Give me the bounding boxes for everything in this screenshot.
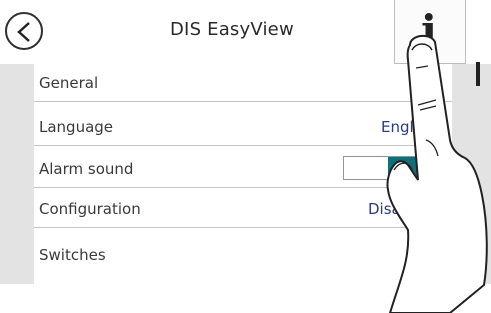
- settings-label: Alarm sound: [39, 160, 134, 178]
- settings-label: Configuration: [39, 200, 141, 218]
- settings-label: General: [39, 74, 99, 92]
- pointing-hand-icon: [386, 34, 488, 313]
- back-button[interactable]: [5, 12, 43, 50]
- settings-label: Switches: [39, 246, 106, 264]
- chevron-left-icon: [17, 22, 30, 42]
- page-title: DIS EasyView: [170, 19, 294, 40]
- device-screen: DIS EasyView i General Language English …: [0, 0, 491, 313]
- settings-label: Language: [39, 118, 114, 136]
